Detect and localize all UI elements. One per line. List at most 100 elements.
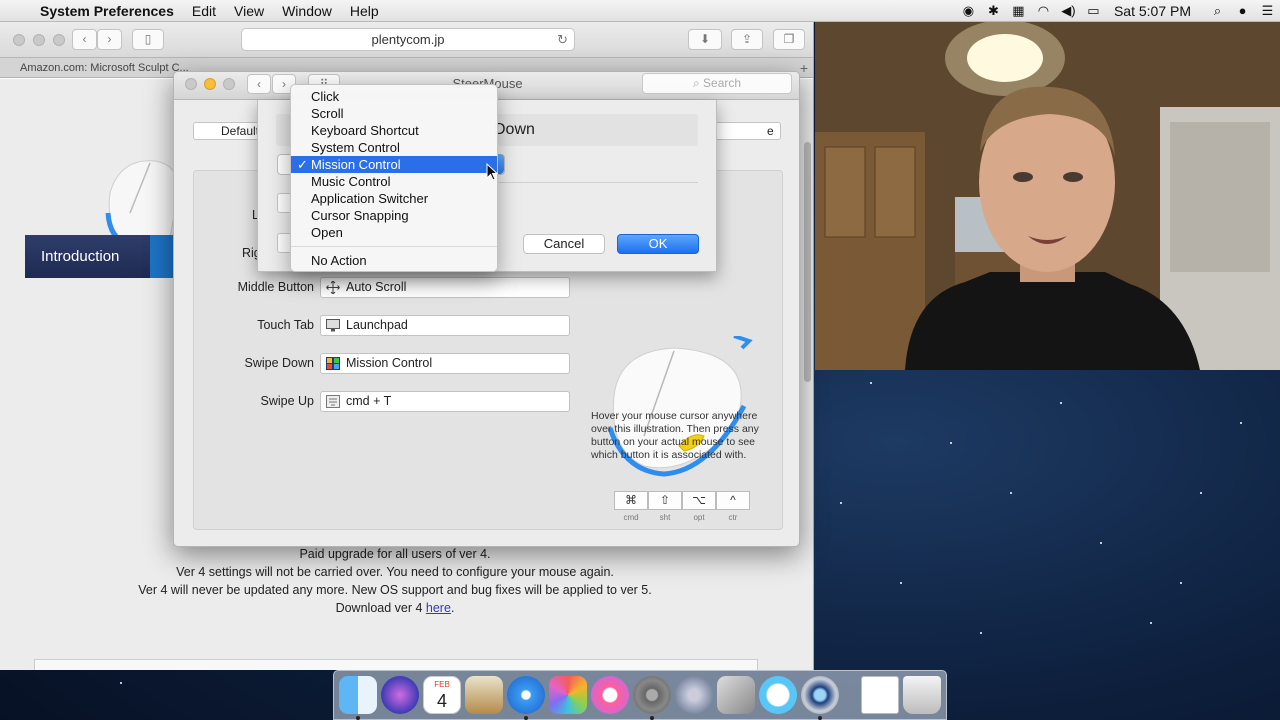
messages-icon[interactable]: [759, 676, 797, 714]
menu-clock[interactable]: Sat 5:07 PM: [1106, 0, 1205, 22]
keyboard-icon[interactable]: ▦: [1006, 0, 1031, 22]
volume-icon[interactable]: ◀): [1056, 0, 1081, 22]
touch-tab-value: Launchpad: [346, 318, 408, 332]
menu-view[interactable]: View: [225, 0, 273, 22]
url-bar[interactable]: plentycom.jp ↻: [241, 28, 575, 51]
siri-icon[interactable]: [381, 676, 419, 714]
system-requirements-box: [34, 659, 758, 670]
itunes-icon[interactable]: [591, 676, 629, 714]
cmd-key-label: cmd: [623, 513, 639, 522]
shift-key-label: sht: [659, 513, 671, 522]
menu-item-cursor-snapping[interactable]: Cursor Snapping: [291, 207, 497, 224]
swipe-up-action-field[interactable]: cmd + T: [320, 391, 570, 412]
photos-icon[interactable]: [549, 676, 587, 714]
quicktime-icon[interactable]: [801, 676, 839, 714]
forward-icon[interactable]: ›: [97, 29, 122, 50]
swipe-up-value: cmd + T: [346, 394, 392, 408]
back-icon[interactable]: ‹: [247, 74, 271, 94]
url-text: plentycom.jp: [371, 32, 445, 47]
middle-button-action-field[interactable]: Auto Scroll: [320, 277, 570, 298]
siri-icon[interactable]: ●: [1230, 0, 1255, 22]
search-field[interactable]: ⌕ Search: [642, 73, 792, 94]
system-preferences-icon[interactable]: [633, 676, 671, 714]
modifier-cmd[interactable]: ⌘ cmd: [614, 491, 648, 524]
record-icon[interactable]: ◉: [956, 0, 981, 22]
page-scrollbar[interactable]: [804, 142, 811, 382]
modifier-control[interactable]: ^ ctr: [716, 491, 750, 524]
middle-button-value: Auto Scroll: [346, 280, 407, 294]
dock: FEB 4: [333, 670, 947, 720]
menu-item-mission-control[interactable]: ✓ Mission Control: [291, 156, 497, 173]
menu-item-label: Click: [311, 89, 340, 104]
reload-icon[interactable]: ↻: [557, 29, 568, 50]
calendar-day: 4: [436, 691, 447, 711]
tab-amazon[interactable]: Amazon.com: Microsoft Sculpt C...: [20, 58, 189, 78]
sidebar-icon[interactable]: ▯: [132, 29, 164, 50]
checkmark-icon: ✓: [297, 157, 308, 172]
menu-item-label: Cursor Snapping: [311, 208, 409, 223]
menu-item-label: Open: [311, 225, 343, 240]
bluetooth-icon[interactable]: ✱: [981, 0, 1006, 22]
modifier-shift[interactable]: ⇧ sht: [648, 491, 682, 524]
documents-icon[interactable]: [861, 676, 899, 714]
swipe-down-action-field[interactable]: Mission Control: [320, 353, 570, 374]
close-window-button[interactable]: [13, 34, 25, 46]
upgrade-notice: Paid upgrade for all users of ver 4. Ver…: [0, 545, 790, 617]
running-indicator: [650, 716, 654, 720]
webcam-video-overlay: [815, 22, 1280, 370]
battery-icon[interactable]: ▭: [1081, 0, 1106, 22]
cancel-button[interactable]: Cancel: [523, 234, 605, 254]
touch-tab-action-field[interactable]: Launchpad: [320, 315, 570, 336]
calendar-icon[interactable]: FEB 4: [423, 676, 461, 714]
minimize-window-button[interactable]: [204, 78, 216, 90]
new-tab-icon[interactable]: +: [800, 58, 808, 78]
introduction-button[interactable]: Introduction: [25, 235, 180, 278]
cmd-key-icon: ⌘: [614, 491, 648, 510]
download-suffix: .: [450, 601, 455, 615]
launchpad-icon[interactable]: [675, 676, 713, 714]
ok-button[interactable]: OK: [617, 234, 699, 254]
menu-window[interactable]: Window: [273, 0, 341, 22]
menu-item-music-control[interactable]: Music Control: [291, 173, 497, 190]
menu-item-scroll[interactable]: Scroll: [291, 105, 497, 122]
menu-item-keyboard-shortcut[interactable]: Keyboard Shortcut: [291, 122, 497, 139]
menu-item-click[interactable]: Click: [291, 88, 497, 105]
download-prefix: Download ver 4: [335, 601, 426, 615]
control-key-icon: ^: [716, 491, 750, 510]
zoom-window-button[interactable]: [53, 34, 65, 46]
monitor-icon: [326, 319, 340, 332]
preview-icon[interactable]: [465, 676, 503, 714]
notice-line: Ver 4 settings will not be carried over.…: [176, 565, 614, 579]
tabs-overview-icon[interactable]: ❐: [773, 29, 805, 50]
menu-help[interactable]: Help: [341, 0, 388, 22]
option-key-icon: ⌥: [682, 491, 716, 510]
control-key-label: ctr: [728, 513, 738, 522]
row-label-swipe-down: Swipe Down: [244, 356, 314, 370]
safari-icon[interactable]: [507, 676, 545, 714]
menu-edit[interactable]: Edit: [183, 0, 225, 22]
wifi-icon[interactable]: ◠: [1031, 0, 1056, 22]
menu-item-label: Music Control: [311, 174, 391, 189]
link-icon[interactable]: [717, 676, 755, 714]
back-icon[interactable]: ‹: [72, 29, 97, 50]
menu-item-open[interactable]: Open: [291, 224, 497, 241]
notice-line: Ver 4 will never be updated any more. Ne…: [138, 583, 652, 597]
menu-app-name[interactable]: System Preferences: [34, 0, 183, 22]
menu-item-label: Mission Control: [311, 157, 401, 172]
modifier-option[interactable]: ⌥ opt: [682, 491, 716, 524]
menu-item-no-action[interactable]: No Action: [291, 252, 497, 269]
menu-item-system-control[interactable]: System Control: [291, 139, 497, 156]
download-here-link[interactable]: here: [426, 601, 451, 615]
share-icon[interactable]: ⇪: [731, 29, 763, 50]
trash-icon[interactable]: [903, 676, 941, 714]
list-icon[interactable]: ☰: [1255, 0, 1280, 22]
minimize-window-button[interactable]: [33, 34, 45, 46]
webcam-scene-icon: [815, 22, 1280, 370]
zoom-window-button[interactable]: [223, 78, 235, 90]
close-window-button[interactable]: [185, 78, 197, 90]
menu-item-label: Application Switcher: [311, 191, 429, 206]
search-icon[interactable]: ⌕: [1205, 0, 1230, 22]
menu-item-application-switcher[interactable]: Application Switcher: [291, 190, 497, 207]
finder-icon[interactable]: [339, 676, 377, 714]
downloads-icon[interactable]: ⬇: [688, 29, 722, 50]
